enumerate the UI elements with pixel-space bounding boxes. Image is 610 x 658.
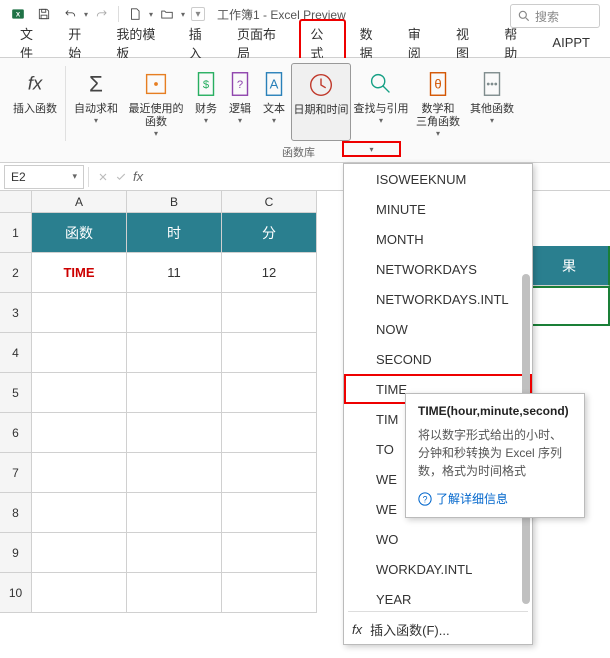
cell[interactable] — [32, 333, 127, 373]
cell-f1-partial[interactable]: 果 — [530, 246, 610, 286]
cell-b2[interactable]: 11 — [127, 253, 222, 293]
ribbon: fx 插入函数 Σ 自动求和▾ 最近使用的 函数▾ $ 财务▾ ? 逻辑▾ A … — [0, 58, 610, 163]
help-icon: ? — [418, 492, 432, 506]
ribbon-datetime[interactable]: 日期和时间 — [291, 63, 351, 141]
svg-text:?: ? — [423, 494, 428, 504]
fx-icon[interactable]: fx — [133, 169, 143, 184]
cell[interactable] — [127, 533, 222, 573]
search-placeholder: 搜索 — [535, 8, 559, 25]
cell-c2[interactable]: 12 — [222, 253, 317, 293]
cell-a2[interactable]: TIME — [32, 253, 127, 293]
cell[interactable] — [222, 333, 317, 373]
ribbon-autosum[interactable]: Σ 自动求和▾ — [69, 63, 123, 141]
dropdown-insert-function[interactable]: fx 插入函数(F)... — [344, 614, 532, 644]
row-header[interactable]: 1 — [0, 213, 32, 253]
cell[interactable] — [32, 373, 127, 413]
svg-text:A: A — [270, 77, 279, 92]
cell[interactable] — [222, 493, 317, 533]
row-header[interactable]: 4 — [0, 333, 32, 373]
dropdown-item-month[interactable]: MONTH — [344, 224, 532, 254]
cell[interactable] — [127, 413, 222, 453]
row-header[interactable]: 9 — [0, 533, 32, 573]
ribbon-text[interactable]: A 文本▾ — [257, 63, 291, 141]
row-header[interactable]: 10 — [0, 573, 32, 613]
cell-c1[interactable]: 分 — [222, 213, 317, 253]
menu-AIPPT[interactable]: AIPPT — [542, 31, 600, 54]
fx-icon: fx — [352, 622, 362, 637]
cell[interactable] — [32, 293, 127, 333]
ribbon-lookup[interactable]: 查找与引用▾ — [351, 63, 411, 141]
search-input[interactable]: 搜索 — [510, 4, 600, 28]
cell-b1[interactable]: 时 — [127, 213, 222, 253]
row-header[interactable]: 6 — [0, 413, 32, 453]
cell-a1[interactable]: 函数 — [32, 213, 127, 253]
function-tooltip: TIME(hour,minute,second) 将以数字形式给出的小时、分钟和… — [405, 393, 585, 518]
ribbon-finance[interactable]: $ 财务▾ — [189, 63, 223, 141]
name-box[interactable]: E2 ▾ — [4, 165, 84, 189]
datetime-dropdown-chevron[interactable]: ▾ — [342, 141, 401, 157]
cell[interactable] — [32, 413, 127, 453]
cell[interactable] — [127, 333, 222, 373]
cell[interactable] — [222, 573, 317, 613]
cell[interactable] — [32, 533, 127, 573]
dropdown-item-workday.intl[interactable]: WORKDAY.INTL — [344, 554, 532, 584]
col-header-a[interactable]: A — [32, 191, 127, 213]
cell[interactable] — [222, 453, 317, 493]
confirm-icon[interactable] — [115, 171, 127, 183]
svg-text:X: X — [16, 11, 21, 18]
cell-f2-active[interactable] — [530, 286, 610, 326]
cell[interactable] — [127, 493, 222, 533]
dropdown-item-wo[interactable]: WO — [344, 524, 532, 554]
col-header-b[interactable]: B — [127, 191, 222, 213]
cell[interactable] — [127, 453, 222, 493]
ribbon-group-label: 函数库 — [282, 144, 315, 160]
dropdown-item-networkdays[interactable]: NETWORKDAYS — [344, 254, 532, 284]
svg-text:?: ? — [237, 79, 243, 91]
col-header-c[interactable]: C — [222, 191, 317, 213]
cell[interactable] — [32, 453, 127, 493]
menu-bar: 文件开始我的模板插入页面布局公式数据审阅视图帮助AIPPT — [0, 28, 610, 58]
cell[interactable] — [127, 293, 222, 333]
row-header[interactable]: 3 — [0, 293, 32, 333]
dropdown-item-networkdays.intl[interactable]: NETWORKDAYS.INTL — [344, 284, 532, 314]
svg-text:fx: fx — [28, 73, 43, 94]
cell[interactable] — [32, 493, 127, 533]
cell[interactable] — [222, 413, 317, 453]
dropdown-item-minute[interactable]: MINUTE — [344, 194, 532, 224]
row-header[interactable]: 7 — [0, 453, 32, 493]
dropdown-item-now[interactable]: NOW — [344, 314, 532, 344]
dropdown-item-second[interactable]: SECOND — [344, 344, 532, 374]
row-header[interactable]: 8 — [0, 493, 32, 533]
tooltip-learn-more-link[interactable]: ? 了解详细信息 — [418, 490, 572, 507]
tooltip-title: TIME(hour,minute,second) — [418, 404, 572, 418]
ribbon-logic[interactable]: ? 逻辑▾ — [223, 63, 257, 141]
svg-text:Σ: Σ — [89, 72, 103, 97]
select-all-corner[interactable] — [0, 191, 32, 213]
cancel-icon[interactable] — [97, 171, 109, 183]
ribbon-insert-function[interactable]: fx 插入函数 — [8, 63, 62, 141]
dropdown-item-year[interactable]: YEAR — [344, 584, 532, 609]
svg-text:$: $ — [203, 79, 210, 91]
row-header[interactable]: 2 — [0, 253, 32, 293]
tooltip-description: 将以数字形式给出的小时、分钟和秒转换为 Excel 序列数，格式为时间格式 — [418, 426, 572, 480]
svg-text:θ: θ — [434, 77, 441, 92]
cell[interactable] — [222, 293, 317, 333]
ribbon-more[interactable]: 其他函数▾ — [465, 63, 519, 141]
ribbon-recent[interactable]: 最近使用的 函数▾ — [123, 63, 189, 141]
cell[interactable] — [222, 373, 317, 413]
cell[interactable] — [222, 533, 317, 573]
ribbon-math[interactable]: θ 数学和 三角函数▾ — [411, 63, 465, 141]
row-header[interactable]: 5 — [0, 373, 32, 413]
cell[interactable] — [32, 573, 127, 613]
dropdown-item-isoweeknum[interactable]: ISOWEEKNUM — [344, 164, 532, 194]
chevron-down-icon: ▾ — [72, 171, 77, 182]
cell[interactable] — [127, 373, 222, 413]
cell[interactable] — [127, 573, 222, 613]
